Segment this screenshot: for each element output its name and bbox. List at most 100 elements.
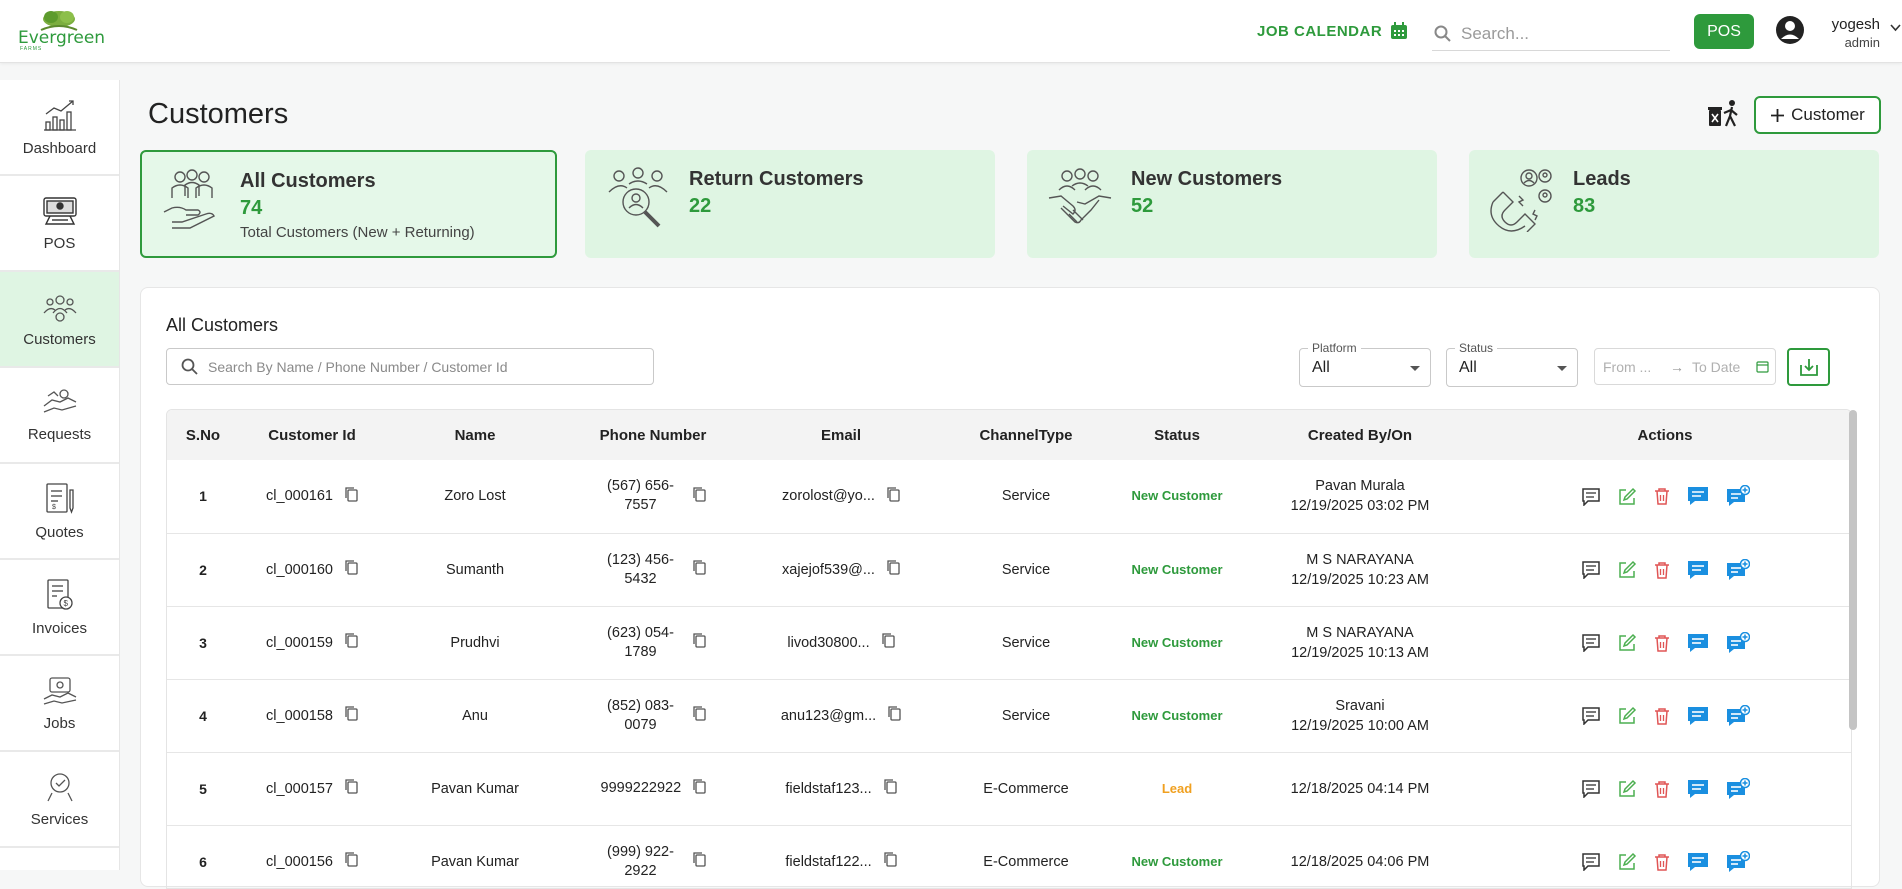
copy-icon[interactable] (883, 852, 897, 871)
card-new-customers[interactable]: New Customers 52 (1027, 150, 1437, 258)
sidebar-item-customers[interactable]: Customers (0, 272, 119, 368)
cell-sno: 4 (199, 707, 207, 724)
cell-name[interactable]: Prudhvi (385, 606, 565, 679)
column-header[interactable]: S.No (167, 410, 239, 460)
chat-icon[interactable] (1687, 560, 1709, 580)
edit-icon[interactable] (1618, 779, 1637, 798)
download-button[interactable] (1787, 348, 1830, 386)
chat-icon[interactable] (1687, 706, 1709, 726)
edit-icon[interactable] (1618, 633, 1637, 652)
comment-icon[interactable] (1581, 852, 1601, 871)
column-header[interactable]: ChannelType (941, 410, 1111, 460)
edit-icon[interactable] (1618, 852, 1637, 871)
table-scrollbar[interactable] (1849, 410, 1857, 730)
copy-icon[interactable] (881, 633, 895, 652)
table-row[interactable]: 1 cl_000161 Zoro Lost (567) 656-7557 zor… (167, 460, 1851, 533)
pos-button[interactable]: POS (1694, 14, 1754, 49)
chat-add-icon[interactable] (1726, 631, 1750, 654)
sidebar-item-invoices[interactable]: $ Invoices (0, 560, 119, 656)
global-search-input[interactable] (1461, 23, 1661, 44)
copy-icon[interactable] (692, 633, 706, 652)
copy-icon[interactable] (345, 633, 358, 652)
comment-icon[interactable] (1581, 560, 1601, 579)
logo[interactable]: Evergreen FARMS (18, 10, 105, 54)
chat-icon[interactable] (1687, 633, 1709, 653)
comment-icon[interactable] (1581, 633, 1601, 652)
copy-icon[interactable] (692, 487, 706, 506)
copy-icon[interactable] (883, 779, 897, 798)
chat-add-icon[interactable] (1726, 777, 1750, 800)
table-row[interactable]: 2 cl_000160 Sumanth (123) 456-5432 xajej… (167, 533, 1851, 606)
sidebar-item-dashboard[interactable]: Dashboard (0, 80, 119, 176)
job-calendar-link[interactable]: JOB CALENDAR (1257, 22, 1408, 40)
sidebar-item-services[interactable]: Services (0, 752, 119, 848)
date-to[interactable]: To Date (1692, 359, 1756, 375)
copy-icon[interactable] (345, 560, 358, 579)
edit-icon[interactable] (1618, 706, 1637, 725)
user-info[interactable]: yogesh admin (1826, 16, 1880, 50)
chevron-down-icon[interactable] (1890, 24, 1901, 32)
card-all-customers[interactable]: All Customers 74 Total Customers (New + … (140, 150, 557, 258)
delete-icon[interactable] (1654, 780, 1670, 798)
chat-icon[interactable] (1687, 852, 1709, 872)
delete-icon[interactable] (1654, 487, 1670, 505)
copy-icon[interactable] (692, 779, 706, 798)
card-return-customers[interactable]: Return Customers 22 (585, 150, 995, 258)
column-header[interactable]: Status (1111, 410, 1243, 460)
copy-icon[interactable] (345, 706, 358, 725)
table-row[interactable]: 3 cl_000159 Prudhvi (623) 054-1789 livod… (167, 606, 1851, 679)
customer-search-input[interactable] (208, 358, 648, 375)
chat-add-icon[interactable] (1726, 704, 1750, 727)
table-row[interactable]: 6 cl_000156 Pavan Kumar (999) 922-2922 f… (167, 825, 1851, 888)
date-from[interactable]: From ... (1603, 359, 1658, 375)
chat-icon[interactable] (1687, 486, 1709, 506)
delete-icon[interactable] (1654, 707, 1670, 725)
email: zorolost@yo... (782, 488, 875, 505)
card-leads[interactable]: Leads 83 (1469, 150, 1879, 258)
copy-icon[interactable] (345, 487, 358, 506)
user-avatar-icon[interactable] (1775, 15, 1805, 45)
platform-select[interactable]: Platform All (1299, 341, 1431, 387)
sidebar-item-requests[interactable]: Requests (0, 368, 119, 464)
column-header[interactable]: Phone Number (565, 410, 741, 460)
column-header[interactable]: Created By/On (1243, 410, 1477, 460)
delete-icon[interactable] (1654, 561, 1670, 579)
copy-icon[interactable] (345, 779, 358, 798)
edit-icon[interactable] (1618, 487, 1637, 506)
delete-icon[interactable] (1654, 634, 1670, 652)
column-header[interactable]: Name (385, 410, 565, 460)
copy-icon[interactable] (692, 852, 706, 871)
sidebar-item-jobs[interactable]: Jobs (0, 656, 119, 752)
copy-icon[interactable] (692, 706, 706, 725)
sidebar-item-quotes[interactable]: $ Quotes (0, 464, 119, 560)
status-select[interactable]: Status All (1446, 341, 1578, 387)
cell-name[interactable]: Sumanth (385, 533, 565, 606)
cell-name[interactable]: Pavan Kumar (385, 825, 565, 888)
chat-add-icon[interactable] (1726, 485, 1750, 507)
column-header[interactable]: Actions (1477, 410, 1851, 460)
comment-icon[interactable] (1581, 706, 1601, 725)
copy-icon[interactable] (888, 706, 901, 725)
cell-name[interactable]: Zoro Lost (385, 460, 565, 533)
comment-icon[interactable] (1581, 487, 1601, 506)
edit-icon[interactable] (1618, 560, 1637, 579)
cell-name[interactable]: Anu (385, 679, 565, 752)
chat-add-icon[interactable] (1726, 850, 1750, 873)
copy-icon[interactable] (887, 560, 900, 579)
table-row[interactable]: 4 cl_000158 Anu (852) 083-0079 anu123@gm… (167, 679, 1851, 752)
copy-icon[interactable] (692, 560, 706, 579)
sidebar-item-pos[interactable]: POS (0, 176, 119, 272)
column-header[interactable]: Customer Id (239, 410, 385, 460)
chat-add-icon[interactable] (1726, 558, 1750, 581)
comment-icon[interactable] (1581, 779, 1601, 798)
table-row[interactable]: 5 cl_000157 Pavan Kumar 9999222922 field… (167, 752, 1851, 825)
column-header[interactable]: Email (741, 410, 941, 460)
copy-icon[interactable] (345, 852, 358, 871)
date-range-picker[interactable]: From ... → To Date (1594, 348, 1776, 385)
add-customer-button[interactable]: Customer (1754, 96, 1881, 134)
trash-person-icon[interactable] (1706, 98, 1742, 130)
chat-icon[interactable] (1687, 779, 1709, 799)
cell-name[interactable]: Pavan Kumar (385, 752, 565, 825)
delete-icon[interactable] (1654, 853, 1670, 871)
copy-icon[interactable] (887, 487, 900, 506)
